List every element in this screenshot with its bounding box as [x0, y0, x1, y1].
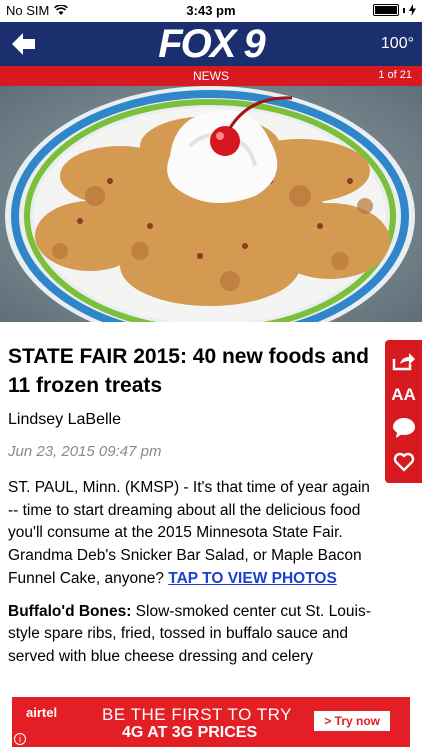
- ad-brand-logo: airtel: [26, 705, 58, 720]
- article: STATE FAIR 2015: 40 new foods and 11 fro…: [0, 322, 385, 669]
- funnel-cake-photo: [0, 86, 422, 322]
- heart-icon: [393, 452, 414, 472]
- share-button[interactable]: [389, 347, 419, 375]
- ad-try-now-button[interactable]: > Try now: [314, 711, 390, 731]
- food-item: Buffalo'd Bones: Slow-smoked center cut …: [8, 601, 377, 669]
- temperature-readout[interactable]: 100°: [381, 35, 414, 53]
- article-headline: STATE FAIR 2015: 40 new foods and 11 fro…: [8, 345, 369, 397]
- article-author[interactable]: Lindsey LaBelle: [8, 411, 377, 429]
- app-header: FOX 9 100°: [0, 22, 422, 66]
- status-bar: No SIM 3:43 pm: [0, 0, 422, 22]
- food-item-title: Buffalo'd Bones:: [8, 602, 132, 620]
- share-icon: [392, 352, 415, 371]
- action-rail: AA: [385, 340, 422, 483]
- article-date: Jun 23, 2015 09:47 pm: [8, 443, 162, 460]
- status-time: 3:43 pm: [186, 3, 236, 18]
- section-name: NEWS: [193, 69, 229, 83]
- charging-icon: [409, 4, 416, 16]
- ad-headline: BE THE FIRST TO TRY: [102, 705, 292, 724]
- status-right: [373, 4, 416, 16]
- font-size-button[interactable]: AA: [389, 381, 419, 409]
- favorite-button[interactable]: [389, 448, 419, 476]
- hero-image[interactable]: [0, 86, 422, 322]
- fox9-logo: FOX 9: [158, 22, 266, 66]
- article-paragraph: ST. PAUL, Minn. (KMSP) - It's that time …: [8, 477, 377, 591]
- font-size-icon: AA: [391, 384, 416, 404]
- ad-info-icon[interactable]: i: [14, 733, 26, 745]
- battery-tip: [403, 7, 405, 13]
- ad-banner[interactable]: airtel BE THE FIRST TO TRY 4G AT 3G PRIC…: [12, 697, 410, 747]
- comment-button[interactable]: [389, 414, 419, 442]
- view-photos-link[interactable]: TAP TO VIEW PHOTOS: [168, 570, 337, 587]
- ad-subheadline: 4G AT 3G PRICES: [122, 724, 258, 741]
- battery-icon: [373, 4, 399, 16]
- comment-icon: [392, 418, 415, 439]
- story-pager: 1 of 21: [378, 69, 412, 81]
- section-bar: NEWS 1 of 21: [0, 66, 422, 86]
